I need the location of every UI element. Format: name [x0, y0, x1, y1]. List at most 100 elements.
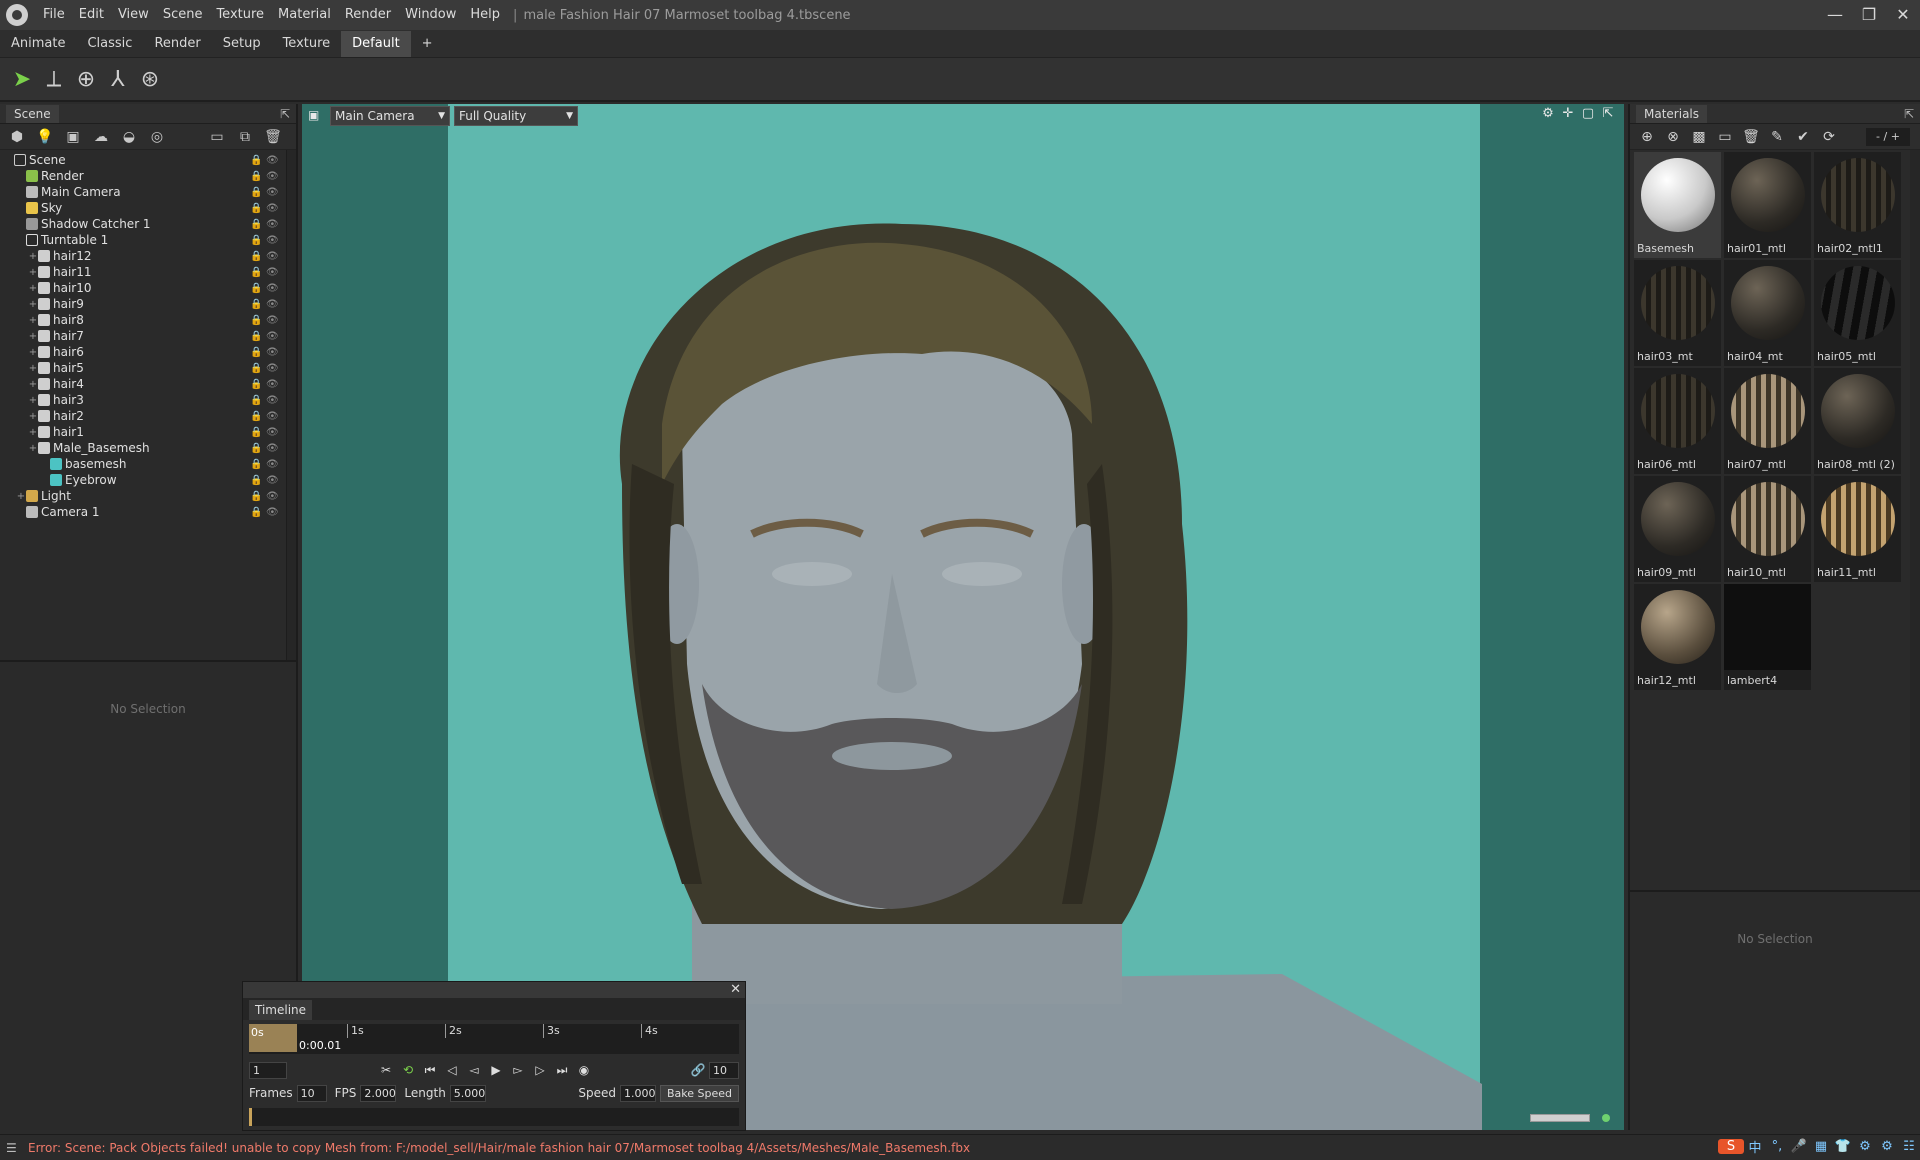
frame-field[interactable]: 1 — [249, 1061, 287, 1079]
menu-edit[interactable]: Edit — [72, 0, 111, 30]
visibility-icon[interactable]: 👁 — [266, 283, 279, 294]
visibility-icon[interactable]: 👁 — [266, 219, 279, 230]
material-card[interactable]: hair11_mtl — [1814, 476, 1901, 582]
material-card[interactable]: Basemesh — [1634, 152, 1721, 258]
lock-icon[interactable]: 🔒 — [250, 251, 262, 262]
quality-select[interactable]: Full Quality ▼ — [454, 106, 578, 126]
timeline-ruler[interactable]: 0s 1s 2s 3s 4s 0:00.01 — [249, 1024, 739, 1054]
visibility-icon[interactable]: 👁 — [266, 267, 279, 278]
expand-icon[interactable]: + — [28, 331, 38, 342]
skin-icon[interactable]: 👕 — [1832, 1139, 1854, 1154]
visibility-icon[interactable]: 👁 — [266, 187, 279, 198]
visibility-icon[interactable]: 👁 — [266, 203, 279, 214]
add-light-icon[interactable]: 💡 — [34, 127, 56, 147]
expand-icon[interactable]: + — [28, 315, 38, 326]
tree-item[interactable]: + hair8 🔒 👁 — [0, 312, 288, 328]
visibility-icon[interactable]: 👁 — [266, 395, 279, 406]
lock-icon[interactable]: 🔒 — [250, 171, 262, 182]
scene-tree-scrollbar[interactable] — [286, 150, 296, 660]
first-frame-icon[interactable]: ⏮ — [419, 1063, 441, 1078]
tree-item[interactable]: + hair1 🔒 👁 — [0, 424, 288, 440]
tree-item[interactable]: Turntable 1 🔒 👁 — [0, 232, 288, 248]
tree-item[interactable]: Shadow Catcher 1 🔒 👁 — [0, 216, 288, 232]
thumbnail-size-control[interactable]: - / + — [1866, 127, 1910, 146]
replace-material-icon[interactable]: ⟳ — [1816, 129, 1842, 145]
tree-item[interactable]: Camera 1 🔒 👁 — [0, 504, 288, 520]
tab-render[interactable]: Render — [143, 31, 211, 57]
menu-scene[interactable]: Scene — [156, 0, 210, 30]
minimize-button[interactable]: — — [1818, 0, 1852, 30]
expand-icon[interactable]: + — [28, 347, 38, 358]
add-mesh-icon[interactable]: ⬢ — [6, 127, 28, 147]
tree-item[interactable]: + Male_Basemesh 🔒 👁 — [0, 440, 288, 456]
camera-icon[interactable]: ▣ — [308, 108, 326, 124]
expand-icon[interactable]: + — [28, 299, 38, 310]
duplicate-material-icon[interactable]: ⊗ — [1660, 129, 1686, 145]
lock-icon[interactable]: 🔒 — [250, 379, 262, 390]
tab-timeline[interactable]: Timeline — [249, 1000, 313, 1020]
fps-field[interactable]: 2.000 — [360, 1084, 397, 1102]
visibility-icon[interactable]: 👁 — [266, 171, 279, 182]
material-card[interactable]: hair01_mtl — [1724, 152, 1811, 258]
tree-item[interactable]: + hair4 🔒 👁 — [0, 376, 288, 392]
visibility-icon[interactable]: 👁 — [266, 299, 279, 310]
prev-key-icon[interactable]: ◁ — [441, 1063, 463, 1077]
close-icon[interactable]: ✕ — [730, 982, 741, 998]
lock-icon[interactable]: 🔒 — [250, 459, 262, 470]
tree-item[interactable]: + hair2 🔒 👁 — [0, 408, 288, 424]
key-step-field[interactable]: 10 — [709, 1061, 739, 1079]
pick-material-icon[interactable]: ✎ — [1764, 129, 1790, 145]
lock-icon[interactable]: 🔒 — [250, 331, 262, 342]
tray-item[interactable]: 中 — [1744, 1137, 1766, 1156]
material-card[interactable]: lambert4 — [1724, 584, 1811, 690]
microphone-icon[interactable]: 🎤 — [1788, 1139, 1810, 1154]
menu-render[interactable]: Render — [338, 0, 398, 30]
tab-animate[interactable]: Animate — [0, 31, 76, 57]
lock-icon[interactable]: 🔒 — [250, 283, 262, 294]
add-camera-icon[interactable]: ▣ — [62, 127, 84, 147]
menu-texture[interactable]: Texture — [209, 0, 271, 30]
visibility-icon[interactable]: 👁 — [266, 459, 279, 470]
lock-icon[interactable]: 🔒 — [250, 443, 262, 454]
popout-icon[interactable]: ⇱ — [1904, 107, 1914, 121]
expand-icon[interactable]: + — [28, 427, 38, 438]
lock-icon[interactable]: 🔒 — [250, 219, 262, 230]
visibility-icon[interactable]: 👁 — [266, 155, 279, 166]
visibility-icon[interactable]: 👁 — [266, 443, 279, 454]
materials-panel-title[interactable]: Materials — [1636, 104, 1708, 123]
playhead[interactable]: 0s — [249, 1024, 297, 1052]
select-tool-icon[interactable]: ➤ — [8, 64, 36, 94]
lock-icon[interactable]: 🔒 — [250, 491, 262, 502]
tree-item[interactable]: Render 🔒 👁 — [0, 168, 288, 184]
material-card[interactable]: hair09_mtl — [1634, 476, 1721, 582]
visibility-icon[interactable]: 👁 — [266, 411, 279, 422]
keyboard-icon[interactable]: ▦ — [1810, 1139, 1832, 1154]
loop-icon[interactable]: ⟲ — [397, 1063, 419, 1077]
move-view-icon[interactable]: ✛ — [1558, 106, 1578, 121]
material-card[interactable]: hair03_mt — [1634, 260, 1721, 366]
material-card[interactable]: hair08_mtl (2) — [1814, 368, 1901, 474]
tab-default[interactable]: Default — [341, 31, 411, 57]
tab-setup[interactable]: Setup — [212, 31, 272, 57]
material-card[interactable]: hair07_mtl — [1724, 368, 1811, 474]
material-card[interactable]: hair02_mtl1 — [1814, 152, 1901, 258]
visibility-icon[interactable]: 👁 — [266, 347, 279, 358]
tree-item[interactable]: + hair7 🔒 👁 — [0, 328, 288, 344]
material-card[interactable]: hair04_mt — [1724, 260, 1811, 366]
scale-tool-icon[interactable]: ⅄ — [104, 64, 132, 94]
lock-icon[interactable]: 🔒 — [250, 203, 262, 214]
rotate-tool-icon[interactable]: ⊕ — [72, 64, 100, 94]
bake-speed-button[interactable]: Bake Speed — [659, 1084, 739, 1102]
delete-icon[interactable]: 🗑 — [262, 127, 284, 147]
tree-item[interactable]: + hair10 🔒 👁 — [0, 280, 288, 296]
lock-icon[interactable]: 🔒 — [250, 427, 262, 438]
lock-icon[interactable]: 🔒 — [250, 507, 262, 518]
expand-icon[interactable]: + — [16, 491, 26, 502]
link-icon[interactable]: 🔗 — [687, 1063, 709, 1077]
lock-icon[interactable]: 🔒 — [250, 235, 262, 246]
viewport[interactable]: ▣ Main Camera ▼ Full Quality ▼ ⚙ ✛ ▢ ⇱ — [302, 104, 1624, 1130]
add-fog-icon[interactable]: ☁ — [90, 127, 112, 147]
menu-window[interactable]: Window — [398, 0, 463, 30]
visibility-icon[interactable]: 👁 — [266, 427, 279, 438]
scissors-icon[interactable]: ✂ — [375, 1063, 397, 1077]
